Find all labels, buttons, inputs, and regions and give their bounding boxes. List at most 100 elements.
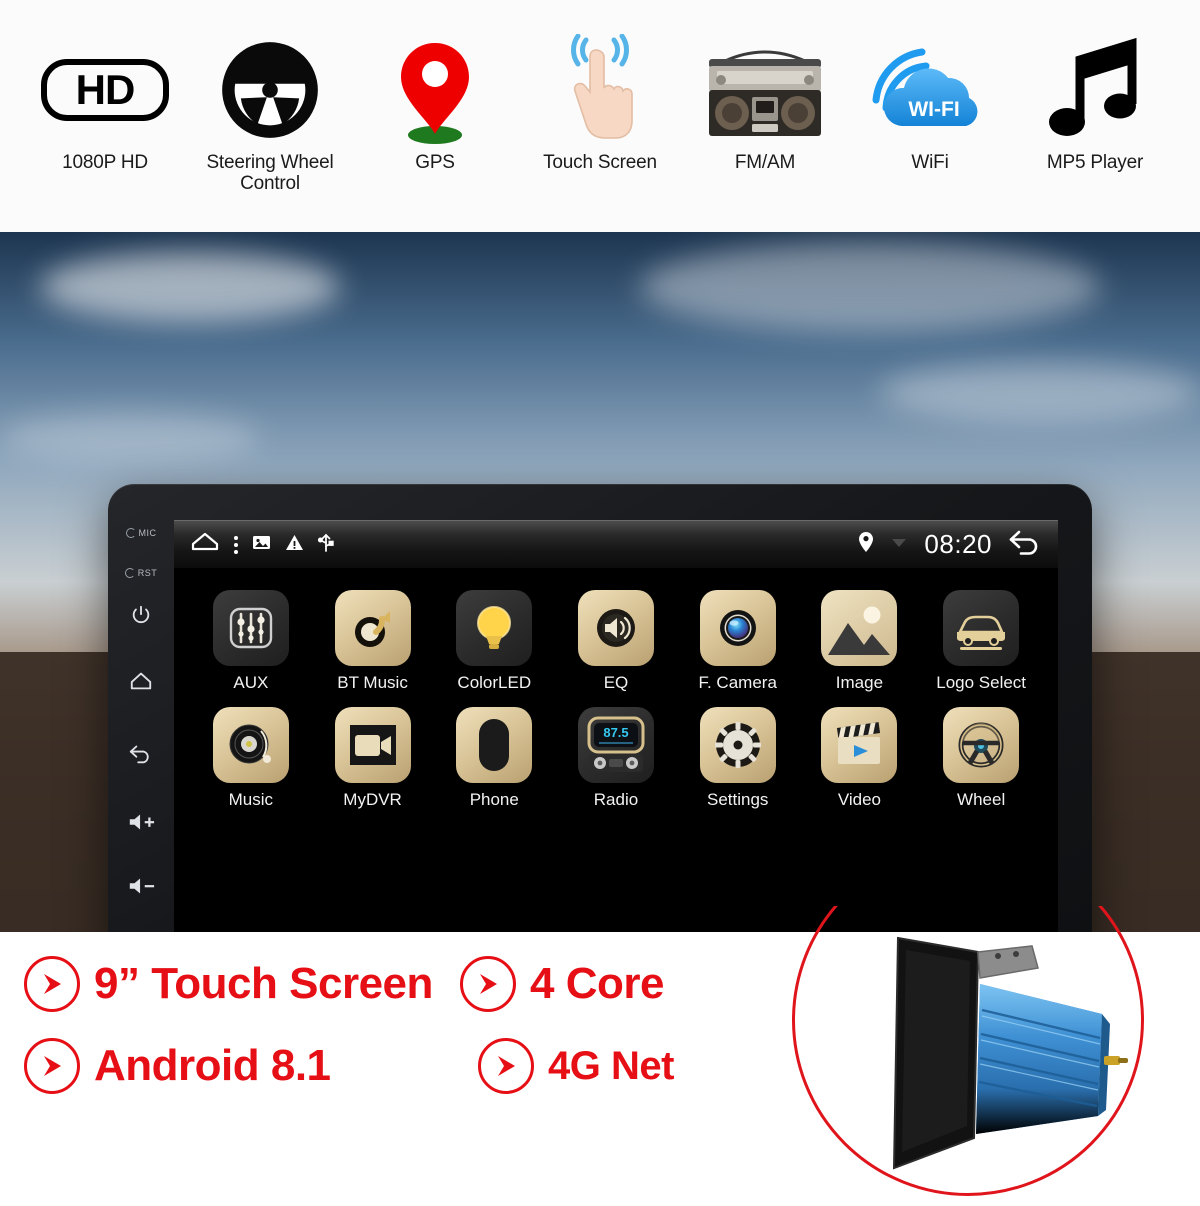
feature-label: FM/AM bbox=[734, 152, 796, 173]
android-screen[interactable]: 08:20 AUX BT Music ColorLED EQ F. Camera… bbox=[174, 520, 1058, 932]
app-aux[interactable]: AUX bbox=[190, 590, 312, 693]
image-icon bbox=[252, 534, 271, 556]
phone-icon bbox=[456, 707, 533, 783]
music-note-icon bbox=[1044, 34, 1146, 146]
camera-lens-icon bbox=[699, 590, 776, 666]
steering-wheel-icon bbox=[943, 707, 1020, 783]
status-bar-clock: 08:20 bbox=[924, 529, 992, 559]
app-label: MyDVR bbox=[343, 790, 402, 809]
product-photo-circle bbox=[792, 906, 1172, 1206]
feature-fm-am: FM/AM bbox=[696, 0, 834, 173]
radio-tuner-icon: 87.5 bbox=[577, 707, 654, 783]
app-image[interactable]: Image bbox=[799, 590, 921, 693]
cloud-decor bbox=[640, 242, 1100, 332]
app-eq[interactable]: EQ bbox=[555, 590, 677, 693]
app-label: ColorLED bbox=[457, 673, 532, 692]
feature-label: WiFi bbox=[911, 152, 949, 173]
app-bt-music[interactable]: BT Music bbox=[312, 590, 434, 693]
touch-hand-icon bbox=[552, 34, 648, 146]
feature-label: MP5 Player bbox=[1046, 152, 1144, 173]
app-colorled[interactable]: ColorLED bbox=[433, 590, 555, 693]
overflow-menu-icon[interactable] bbox=[234, 535, 238, 554]
spec-label: Android 8.1 bbox=[94, 1041, 331, 1090]
app-label: AUX bbox=[233, 673, 269, 692]
app-logo-select[interactable]: Logo Select bbox=[920, 590, 1042, 693]
app-phone[interactable]: Phone bbox=[433, 707, 555, 810]
feature-label: 1080P HD bbox=[62, 152, 148, 173]
feature-wifi: WI-FI WiFi bbox=[861, 0, 999, 173]
app-label: Video bbox=[837, 790, 882, 809]
app-label: F. Camera bbox=[698, 673, 777, 692]
app-label: Image bbox=[835, 673, 884, 692]
cloud-decor bbox=[40, 252, 340, 322]
spec-item-touch-screen: 9” Touch Screen bbox=[24, 956, 433, 1012]
spec-item-network: 4G Net bbox=[478, 1038, 674, 1094]
bluetooth-music-icon bbox=[334, 590, 411, 666]
cloud-decor bbox=[880, 362, 1200, 422]
app-grid: AUX BT Music ColorLED EQ F. Camera Image… bbox=[174, 568, 1058, 810]
back-button[interactable] bbox=[128, 742, 154, 764]
spec-column-right: 4 Core 4G Net bbox=[460, 956, 674, 1112]
app-settings[interactable]: Settings bbox=[677, 707, 799, 810]
feature-touch-screen: Touch Screen bbox=[531, 0, 669, 173]
app-f-camera[interactable]: F. Camera bbox=[677, 590, 799, 693]
mic-label: MIC bbox=[138, 528, 157, 538]
spec-column-left: 9” Touch Screen Android 8.1 bbox=[24, 956, 433, 1112]
chevron-right-icon bbox=[460, 956, 516, 1012]
radio-frequency-text: 87.5 bbox=[603, 725, 628, 740]
feature-mp5-player: MP5 Player bbox=[1026, 0, 1164, 173]
steering-wheel-icon bbox=[218, 34, 322, 146]
power-button[interactable] bbox=[130, 604, 152, 626]
car-logo-icon bbox=[943, 590, 1020, 666]
feature-label: Steering Wheel Control bbox=[206, 152, 334, 195]
gear-icon bbox=[699, 707, 776, 783]
car-head-unit: MIC RST 08:20 AUX BT Music ColorLED EQ F… bbox=[108, 484, 1092, 932]
spec-item-core-count: 4 Core bbox=[460, 956, 674, 1012]
wifi-cloud-icon: WI-FI bbox=[868, 34, 992, 146]
spec-label: 4 Core bbox=[530, 959, 664, 1008]
feature-steering-wheel-control: Steering Wheel Control bbox=[201, 0, 339, 195]
camcorder-icon bbox=[334, 707, 411, 783]
android-status-bar: 08:20 bbox=[174, 520, 1058, 568]
feature-gps: GPS bbox=[366, 0, 504, 173]
equalizer-speaker-icon bbox=[577, 590, 654, 666]
feature-icon-strip: HD 1080P HD Steering Wheel Control GPS T… bbox=[0, 0, 1200, 232]
usb-icon bbox=[317, 531, 334, 558]
lightbulb-icon bbox=[456, 590, 533, 666]
volume-up-button[interactable] bbox=[127, 812, 155, 832]
cloud-decor bbox=[0, 412, 260, 462]
boombox-icon bbox=[703, 34, 827, 146]
chevron-right-icon bbox=[24, 956, 80, 1012]
app-music[interactable]: Music bbox=[190, 707, 312, 810]
app-mydvr[interactable]: MyDVR bbox=[312, 707, 434, 810]
spec-label: 9” Touch Screen bbox=[94, 959, 433, 1008]
chevron-down-icon[interactable] bbox=[890, 536, 908, 554]
device-side-buttons: MIC RST bbox=[108, 484, 174, 932]
product-listing-page: HD 1080P HD Steering Wheel Control GPS T… bbox=[0, 0, 1200, 1200]
back-arrow-icon[interactable] bbox=[1008, 529, 1042, 560]
feature-label: Touch Screen bbox=[543, 152, 657, 173]
photo-mountain-icon bbox=[821, 590, 898, 666]
aux-sliders-icon bbox=[212, 590, 289, 666]
app-label: BT Music bbox=[337, 673, 408, 692]
home-button[interactable] bbox=[129, 670, 153, 692]
home-icon[interactable] bbox=[190, 530, 220, 559]
feature-label: GPS bbox=[415, 152, 455, 173]
chevron-right-icon bbox=[24, 1038, 80, 1094]
app-label: Radio bbox=[593, 790, 639, 809]
app-wheel[interactable]: Wheel bbox=[920, 707, 1042, 810]
reset-indicator[interactable]: RST bbox=[124, 568, 158, 578]
volume-down-button[interactable] bbox=[127, 876, 155, 896]
reset-label: RST bbox=[137, 568, 158, 578]
spec-label: 4G Net bbox=[548, 1044, 674, 1088]
app-label: Settings bbox=[706, 790, 769, 809]
chevron-right-icon bbox=[478, 1038, 534, 1094]
mic-indicator: MIC bbox=[125, 528, 157, 538]
app-label: EQ bbox=[603, 673, 629, 692]
app-radio[interactable]: 87.5 Radio bbox=[555, 707, 677, 810]
app-video[interactable]: Video bbox=[799, 707, 921, 810]
location-pin-icon bbox=[858, 531, 874, 558]
clapperboard-play-icon bbox=[821, 707, 898, 783]
feature-1080p-hd: HD 1080P HD bbox=[36, 0, 174, 173]
app-label: Wheel bbox=[957, 790, 1006, 809]
